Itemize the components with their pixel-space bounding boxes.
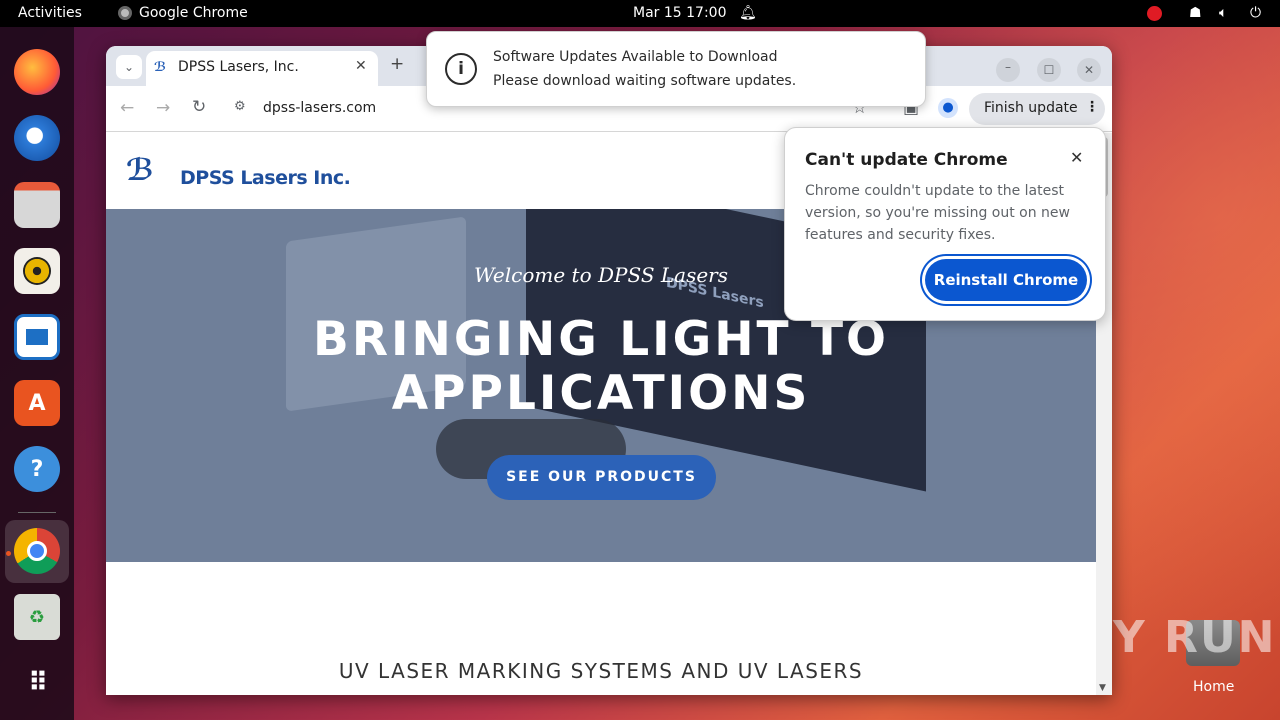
clock[interactable]: Mar 15 17:00	[633, 5, 726, 21]
close-window-icon[interactable]: ✕	[1077, 58, 1101, 82]
dock: A ? ♻ ⠿	[0, 27, 74, 720]
reinstall-chrome-button[interactable]: Reinstall Chrome	[925, 259, 1087, 301]
files-icon[interactable]	[14, 182, 60, 228]
site-info-icon[interactable]: ⚙	[234, 99, 246, 114]
new-tab-icon[interactable]: +	[390, 54, 404, 74]
writer-icon[interactable]	[14, 314, 60, 360]
dock-divider	[18, 512, 56, 513]
home-folder-label[interactable]: Home	[1193, 679, 1234, 695]
do-not-disturb-icon[interactable]	[1147, 6, 1162, 21]
active-app-name[interactable]: Google Chrome	[139, 5, 248, 21]
chrome-app-icon	[118, 6, 132, 20]
firefox-icon[interactable]	[14, 49, 60, 95]
address-bar[interactable]: dpss-lasers.com	[263, 100, 376, 116]
rhythmbox-icon[interactable]	[14, 248, 60, 294]
info-icon: i	[445, 53, 477, 85]
scroll-down-icon[interactable]: ▼	[1099, 683, 1106, 693]
dialog-body: Chrome couldn't update to the latest ver…	[805, 183, 1070, 243]
notification-title: Software Updates Available to Download	[493, 49, 778, 65]
forward-icon[interactable]: →	[156, 98, 170, 118]
see-products-button[interactable]: SEE OUR PRODUCTS	[487, 455, 716, 500]
back-icon[interactable]: ←	[120, 98, 134, 118]
network-icon[interactable]: ☗	[1189, 5, 1202, 21]
finish-update-button[interactable]: Finish update ⋮	[969, 93, 1105, 125]
tab-title: DPSS Lasers, Inc.	[178, 59, 299, 75]
thunderbird-icon[interactable]	[14, 115, 60, 161]
hero-headline: BRINGING LIGHT TO APPLICATIONS	[106, 313, 1096, 421]
app-center-icon[interactable]: A	[14, 380, 60, 426]
favicon-icon: ℬ	[154, 60, 167, 75]
running-indicator	[6, 551, 11, 556]
bell-icon[interactable]: 🔔︎	[739, 5, 757, 21]
update-error-dialog: Can't update Chrome ✕ Chrome couldn't up…	[784, 127, 1106, 321]
tab-close-icon[interactable]: ✕	[355, 58, 367, 74]
dialog-title: Can't update Chrome	[805, 150, 1008, 170]
tab-search-icon[interactable]: ⌄	[116, 55, 142, 79]
minimize-icon[interactable]: –	[996, 58, 1020, 82]
activities-button[interactable]: Activities	[18, 5, 82, 21]
volume-icon[interactable]: 🔈︎	[1219, 5, 1227, 21]
notification-body: Please download waiting software updates…	[493, 73, 797, 89]
maximize-icon[interactable]: ☐	[1037, 58, 1061, 82]
profile-avatar-icon[interactable]: ●	[938, 98, 958, 118]
hero-headline-line1: BRINGING LIGHT TO	[313, 312, 889, 367]
hero-headline-line2: APPLICATIONS	[391, 366, 811, 421]
power-icon[interactable]: ⏻	[1250, 5, 1261, 21]
chrome-icon[interactable]	[14, 528, 60, 574]
update-notification[interactable]: i Software Updates Available to Download…	[426, 31, 926, 107]
trash-icon[interactable]: ♻	[14, 594, 60, 640]
finish-update-label: Finish update	[984, 100, 1078, 116]
logo-mark-icon[interactable]: ℬ	[126, 153, 154, 188]
section-title: UV LASER MARKING SYSTEMS AND UV LASERS	[338, 659, 864, 683]
site-logo[interactable]: DPSS Lasers Inc.	[180, 167, 351, 189]
top-bar: Activities Google Chrome Mar 15 17:00 🔔︎…	[0, 0, 1280, 27]
show-apps-icon[interactable]: ⠿	[14, 660, 60, 706]
help-icon[interactable]: ?	[14, 446, 60, 492]
tab-dpss[interactable]: ℬ DPSS Lasers, Inc. ✕	[146, 51, 378, 86]
dialog-close-icon[interactable]: ✕	[1070, 148, 1083, 167]
reload-icon[interactable]: ↻	[192, 97, 206, 117]
menu-dots-icon: ⋮	[1085, 99, 1099, 115]
